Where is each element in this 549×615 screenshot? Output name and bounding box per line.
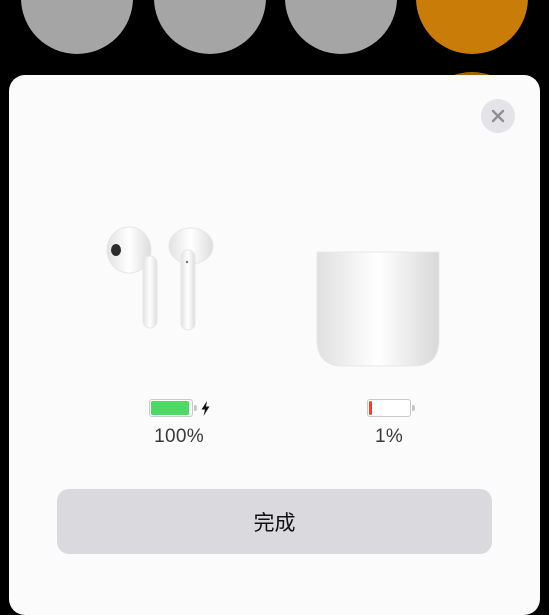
close-icon <box>491 109 505 123</box>
earbuds-battery-icon <box>148 399 197 417</box>
case-battery-percent: 1% <box>374 426 404 447</box>
earbuds-battery-status: 100% <box>119 395 239 448</box>
earbuds-battery-fill <box>150 401 189 415</box>
calculator-sign-button[interactable]: ⁺∕₋ <box>154 0 266 54</box>
charging-case-image <box>316 251 440 367</box>
close-button[interactable] <box>481 99 515 133</box>
earbuds-image <box>106 226 214 331</box>
airpods-battery-sheet: 100% 1% 完成 <box>9 75 540 615</box>
lightning-bolt-icon <box>201 400 209 416</box>
done-button[interactable]: 完成 <box>57 489 492 554</box>
calculator-clear-button[interactable]: AC <box>21 0 133 54</box>
case-battery-fill <box>369 401 372 415</box>
calculator-operator-button[interactable]: • <box>416 0 528 54</box>
case-battery-status: 1% <box>329 395 449 448</box>
case-battery-icon <box>367 399 415 417</box>
calculator-percent-button[interactable]: % <box>285 0 397 54</box>
earbuds-battery-percent: 100% <box>154 426 204 447</box>
